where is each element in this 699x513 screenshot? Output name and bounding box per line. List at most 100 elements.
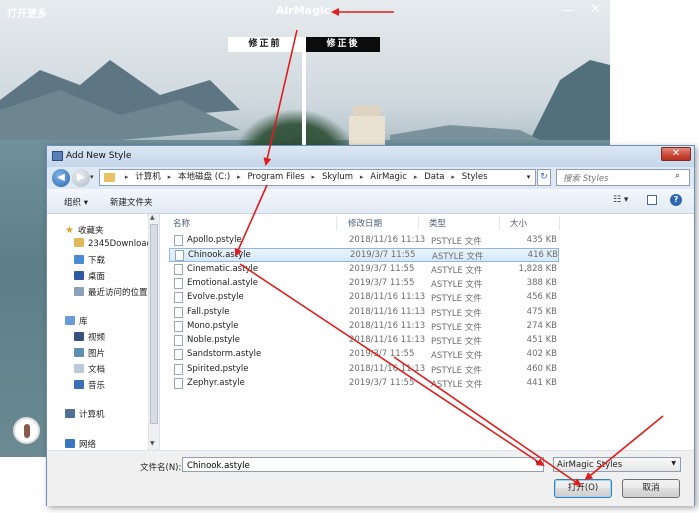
column-divider[interactable] [499, 216, 500, 230]
filename-input[interactable] [183, 458, 533, 473]
file-icon [174, 306, 183, 318]
nav-favorites[interactable]: ★ 收藏夹 [65, 224, 103, 236]
file-icon [174, 292, 183, 304]
nav-pictures[interactable]: 图片 [74, 347, 105, 359]
column-header-name[interactable]: 名称 [173, 217, 190, 229]
nav-videos[interactable]: 视频 [74, 331, 105, 343]
after-button[interactable]: 修正後 [306, 37, 380, 52]
column-divider[interactable] [336, 216, 337, 230]
search-icon[interactable]: ⌕ [675, 171, 680, 181]
breadcrumb-separator[interactable]: ▸ [125, 170, 129, 185]
new-folder-button[interactable]: 新建文件夹 [110, 196, 153, 208]
video-icon [74, 332, 84, 341]
file-row[interactable]: Fall.pstyle 2018/11/16 11:13 PSTYLE 文件 475 … [169, 306, 559, 320]
breadcrumb-airmagic[interactable]: AirMagic [370, 170, 407, 185]
scroll-up-arrow-icon[interactable]: ▲ [150, 214, 155, 221]
breadcrumb-separator[interactable]: ▸ [168, 170, 172, 185]
search-box[interactable]: ⌕ [556, 169, 690, 187]
network-icon [65, 439, 75, 448]
minimize-button[interactable]: — [562, 3, 574, 17]
nav-label: 图片 [88, 349, 106, 359]
preview-pane-button[interactable] [647, 195, 657, 205]
file-row[interactable]: Apollo.pstyle 2018/11/16 11:13 PSTYLE 文件 43… [169, 234, 559, 248]
column-divider[interactable] [559, 216, 560, 230]
breadcrumb[interactable]: ▸ 计算机 ▸ 本地磁盘 (C:) ▸ Program Files ▸ Skyl… [99, 169, 524, 186]
nav-recent-places[interactable]: 最近访问的位置 [74, 286, 148, 298]
nav-downloads[interactable]: 下载 [74, 254, 105, 266]
chevron-down-icon[interactable]: ▼ [671, 460, 676, 467]
file-row[interactable]: Spirited.pstyle 2018/11/16 11:13 PSTYLE 文件… [169, 363, 559, 377]
app-menu-open-more[interactable]: 打开更多 [7, 5, 47, 20]
file-name: Evolve.pstyle [187, 292, 244, 303]
dialog-titlebar[interactable]: Add New Style ✕ [47, 146, 694, 167]
back-button[interactable]: ◀ [52, 169, 70, 187]
dialog-close-button[interactable]: ✕ [661, 147, 691, 161]
file-date: 2018/11/16 11:13 [349, 306, 426, 317]
filetype-select[interactable]: AirMagic Styles ▼ [553, 457, 681, 472]
nav-libraries[interactable]: 库 [65, 315, 88, 327]
file-row[interactable]: Noble.pstyle 2018/11/16 11:13 PSTYLE 文件 451… [169, 334, 559, 348]
breadcrumb-separator[interactable]: ▸ [237, 170, 241, 185]
chevron-down-icon[interactable]: ▼ [535, 460, 540, 467]
command-toolbar: 组织 ▾ 新建文件夹 ☷ ▾ ? [47, 189, 694, 214]
file-size: 274 KB [526, 320, 557, 331]
help-icon[interactable]: ? [670, 194, 682, 206]
breadcrumb-data[interactable]: Data [424, 170, 444, 185]
file-row[interactable]: Cinematic.astyle 2019/3/7 11:55 ASTYLE 文件 1… [169, 263, 559, 277]
navigation-scrollbar[interactable]: ▲ ▼ [148, 214, 159, 450]
nav-label: 最近访问的位置 [88, 288, 148, 298]
breadcrumb-separator[interactable]: ▸ [451, 170, 455, 185]
breadcrumb-separator[interactable]: ▸ [312, 170, 316, 185]
file-row[interactable]: Chinook.astyle 2019/3/7 11:55 ASTYLE 文件 416… [169, 248, 559, 263]
file-row[interactable]: Zephyr.astyle 2019/3/7 11:55 ASTYLE 文件 441 … [169, 377, 559, 391]
nav-documents[interactable]: 文档 [74, 363, 105, 375]
before-button[interactable]: 修正前 [228, 37, 302, 52]
open-button[interactable]: 打开(O) [554, 479, 612, 498]
file-type: PSTYLE 文件 [431, 322, 482, 333]
scroll-down-arrow-icon[interactable]: ▼ [150, 440, 155, 447]
file-row[interactable]: Emotional.astyle 2019/3/7 11:55 ASTYLE 文件 3… [169, 277, 559, 291]
column-header-size[interactable]: 大小 [510, 217, 527, 229]
search-input[interactable] [557, 170, 680, 187]
file-size: 451 KB [526, 335, 557, 346]
breadcrumb-program-files[interactable]: Program Files [247, 170, 304, 185]
nav-music[interactable]: 音乐 [74, 379, 105, 391]
breadcrumb-separator[interactable]: ▸ [360, 170, 364, 185]
file-row[interactable]: Sandstorm.astyle 2019/3/7 11:55 ASTYLE 文件 4… [169, 348, 559, 362]
organize-button[interactable]: 组织 ▾ [64, 196, 88, 208]
address-dropdown-button[interactable]: ▾ [522, 169, 536, 186]
breadcrumb-computer[interactable]: 计算机 [135, 170, 161, 185]
change-view-button[interactable]: ☷ ▾ [613, 195, 628, 205]
nav-desktop[interactable]: 桌面 [74, 270, 105, 282]
file-size: 435 KB [526, 235, 557, 245]
close-button[interactable]: ✕ [590, 2, 601, 17]
filename-combobox[interactable]: ▼ [182, 457, 544, 473]
breadcrumb-skylum[interactable]: Skylum [322, 170, 353, 185]
file-type: ASTYLE 文件 [431, 279, 483, 290]
file-type: ASTYLE 文件 [431, 380, 483, 390]
filetype-value: AirMagic Styles [557, 460, 623, 470]
breadcrumb-separator[interactable]: ▸ [414, 170, 418, 185]
column-divider[interactable] [418, 216, 419, 230]
file-row[interactable]: Evolve.pstyle 2018/11/16 11:13 PSTYLE 文件 45… [169, 291, 559, 305]
breadcrumb-local-disk[interactable]: 本地磁盘 (C:) [178, 170, 230, 185]
scrollbar-thumb[interactable] [150, 224, 158, 424]
refresh-button[interactable]: ↻ [537, 169, 551, 186]
column-header-type[interactable]: 类型 [429, 217, 446, 229]
cancel-button[interactable]: 取消 [622, 479, 680, 498]
dialog-title: Add New Style [66, 151, 132, 161]
recent-locations-dropdown[interactable]: ▾ [90, 173, 94, 181]
user-avatar[interactable] [13, 417, 40, 444]
nav-2345downloads[interactable]: 2345Downloads [74, 238, 156, 249]
forward-button[interactable]: ▶ [72, 169, 90, 187]
downloads-icon [74, 255, 84, 264]
file-date: 2019/3/7 11:55 [349, 378, 415, 388]
nav-computer[interactable]: 计算机 [65, 408, 105, 420]
nav-network[interactable]: 网络 [65, 438, 96, 450]
nav-label: 下载 [88, 256, 106, 266]
file-row[interactable]: Mono.pstyle 2018/11/16 11:13 PSTYLE 文件 274 … [169, 320, 559, 334]
compare-divider[interactable] [302, 37, 306, 147]
file-name: Fall.pstyle [187, 306, 230, 317]
column-header-date[interactable]: 修改日期 [348, 217, 382, 229]
breadcrumb-styles[interactable]: Styles [462, 170, 488, 185]
